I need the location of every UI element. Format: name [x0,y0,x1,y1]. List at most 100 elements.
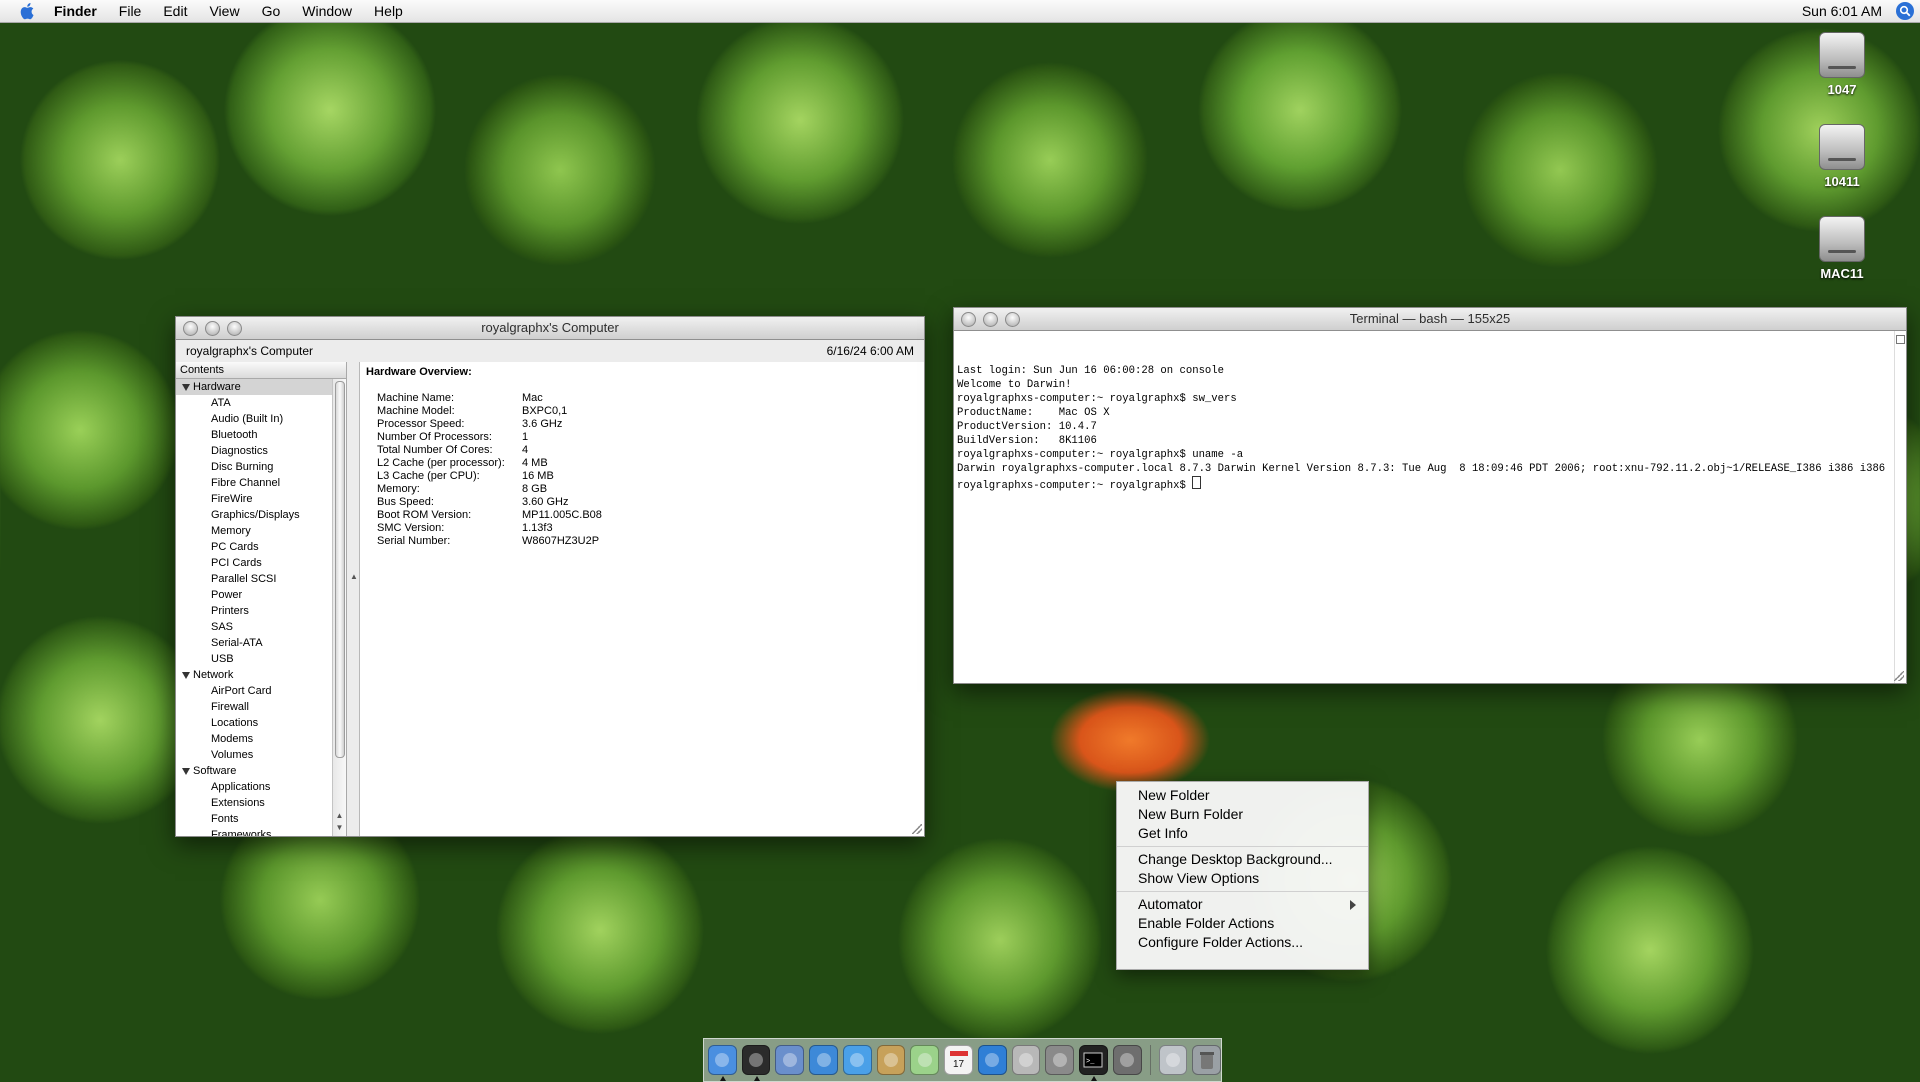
sidebar-item[interactable]: FireWire [176,491,332,507]
sidebar-item[interactable]: Printers [176,603,332,619]
sidebar-item[interactable]: Memory [176,523,332,539]
menu-item-enable-folder-actions[interactable]: Enable Folder Actions [1117,914,1368,933]
scroll-arrows-icon[interactable]: ▲ ▼ [333,810,346,834]
hard-disk-icon [1819,32,1865,78]
menu-finder[interactable]: Finder [38,0,108,22]
running-indicator-icon [753,1076,760,1081]
activity-monitor-icon[interactable] [1112,1045,1142,1075]
documents-stack-icon[interactable] [1158,1045,1188,1075]
quicktime-icon[interactable] [977,1045,1007,1075]
info-value: BXPC0,1 [522,405,568,417]
menu-edit[interactable]: Edit [152,0,198,22]
sidebar-item[interactable]: Extensions [176,795,332,811]
sidebar-group-software[interactable]: Software [176,763,332,779]
sidebar-item[interactable]: USB [176,651,332,667]
contents-sidebar: Contents Hardware ATA Audio (Built In) Blue… [176,362,347,836]
info-row: Processor Speed: 3.6 GHz [366,418,918,431]
address-book-icon[interactable] [876,1045,906,1075]
hard-disk-icon [1819,216,1865,262]
sidebar-item[interactable]: Firewall [176,699,332,715]
menu-item-change-desktop-background[interactable]: Change Desktop Background... [1117,850,1368,869]
disclosure-triangle-icon[interactable] [182,767,190,775]
profiler-titlebar[interactable]: royalgraphx's Computer [176,317,924,340]
menu-window[interactable]: Window [291,0,363,22]
terminal-line: royalgraphxs-computer:~ royalgraphx$ una… [957,449,1244,461]
itunes-icon[interactable] [910,1045,940,1075]
menu-item-configure-folder-actions[interactable]: Configure Folder Actions... [1117,933,1368,952]
svg-text:>_: >_ [1086,1058,1095,1066]
close-button[interactable] [183,321,198,336]
sidebar-item[interactable]: Power [176,587,332,603]
terminal-icon[interactable]: >_ [1079,1045,1108,1081]
info-row: L3 Cache (per CPU): 16 MB [366,470,918,483]
spotlight-icon[interactable] [1896,2,1914,20]
sidebar-item[interactable]: Fonts [176,811,332,827]
zoom-button[interactable] [1005,312,1020,327]
info-value: 1 [522,431,529,443]
sidebar-item[interactable]: Parallel SCSI [176,571,332,587]
info-row: Serial Number: W8607HZ3U2P [366,535,918,548]
terminal-scrollbar[interactable] [1894,331,1906,683]
sidebar-item[interactable]: Locations [176,715,332,731]
sidebar-scrollbar[interactable]: ▲ ▼ [332,379,346,836]
network-utility-icon[interactable] [1045,1045,1075,1075]
zoom-button[interactable] [227,321,242,336]
sidebar-item[interactable]: PC Cards [176,539,332,555]
sidebar-item[interactable]: PCI Cards [176,555,332,571]
sidebar-item[interactable]: Fibre Channel [176,475,332,491]
sidebar-item[interactable]: SAS [176,619,332,635]
disclosure-triangle-icon[interactable] [182,671,190,679]
sidebar-item[interactable]: AirPort Card [176,683,332,699]
menu-help[interactable]: Help [363,0,414,22]
menu-clock[interactable]: Sun 6:01 AM [1802,3,1896,19]
terminal-titlebar[interactable]: Terminal — bash — 155x25 [954,308,1906,331]
terminal-prompt: royalgraphxs-computer:~ royalgraphx$ [957,480,1193,492]
scroll-thumb[interactable] [335,381,345,758]
collapse-arrow-icon[interactable]: ▲ [350,572,358,581]
sidebar-item[interactable]: Audio (Built In) [176,411,332,427]
menu-view[interactable]: View [198,0,250,22]
menu-go[interactable]: Go [251,0,292,22]
sidebar-group-network[interactable]: Network [176,667,332,683]
sidebar-item[interactable]: Diagnostics [176,443,332,459]
system-preferences-icon[interactable] [1011,1045,1041,1075]
terminal-line: Last login: Sun Jun 16 06:00:28 on conso… [957,365,1225,377]
sidebar-item[interactable]: ATA [176,395,332,411]
sidebar-group-hardware[interactable]: Hardware [176,379,332,395]
dashboard-icon[interactable] [741,1045,771,1081]
sidebar-item[interactable]: Graphics/Displays [176,507,332,523]
sidebar-item[interactable]: Modems [176,731,332,747]
minimize-button[interactable] [983,312,998,327]
resize-grip-icon[interactable] [912,824,922,834]
sidebar-item[interactable]: Volumes [176,747,332,763]
disclosure-triangle-icon[interactable] [182,383,190,391]
terminal-line: ProductName: Mac OS X [957,407,1110,419]
menu-item-new-burn-folder[interactable]: New Burn Folder [1117,805,1368,824]
desktop-disk-10411[interactable]: 10411 [1802,124,1882,189]
mail-icon[interactable] [775,1045,805,1075]
sidebar-item[interactable]: Frameworks [176,827,332,836]
terminal-output[interactable]: Last login: Sun Jun 16 06:00:28 on conso… [954,331,1906,683]
sidebar-item[interactable]: Serial-ATA [176,635,332,651]
apple-menu-icon[interactable] [18,0,38,22]
desktop-disk-mac11[interactable]: MAC11 [1802,216,1882,281]
sidebar-item[interactable]: Bluetooth [176,427,332,443]
finder-icon[interactable] [708,1045,737,1081]
ical-icon[interactable]: 17 [944,1045,973,1075]
close-button[interactable] [961,312,976,327]
resize-grip-icon[interactable] [1894,671,1904,681]
minimize-button[interactable] [205,321,220,336]
menu-item-new-folder[interactable]: New Folder [1117,786,1368,805]
contents-header[interactable]: Contents [176,362,346,379]
trash-icon[interactable] [1192,1045,1221,1075]
menu-item-automator[interactable]: Automator [1117,895,1368,914]
desktop-disk-1047[interactable]: 1047 [1802,32,1882,97]
menu-item-get-info[interactable]: Get Info [1117,824,1368,843]
sidebar-item[interactable]: Applications [176,779,332,795]
ichat-icon[interactable] [842,1045,872,1075]
safari-icon[interactable] [809,1045,838,1075]
sidebar-item[interactable]: Disc Burning [176,459,332,475]
menu-item-show-view-options[interactable]: Show View Options [1117,869,1368,888]
split-view-divider[interactable]: ▲ [347,362,360,836]
menu-file[interactable]: File [108,0,153,22]
